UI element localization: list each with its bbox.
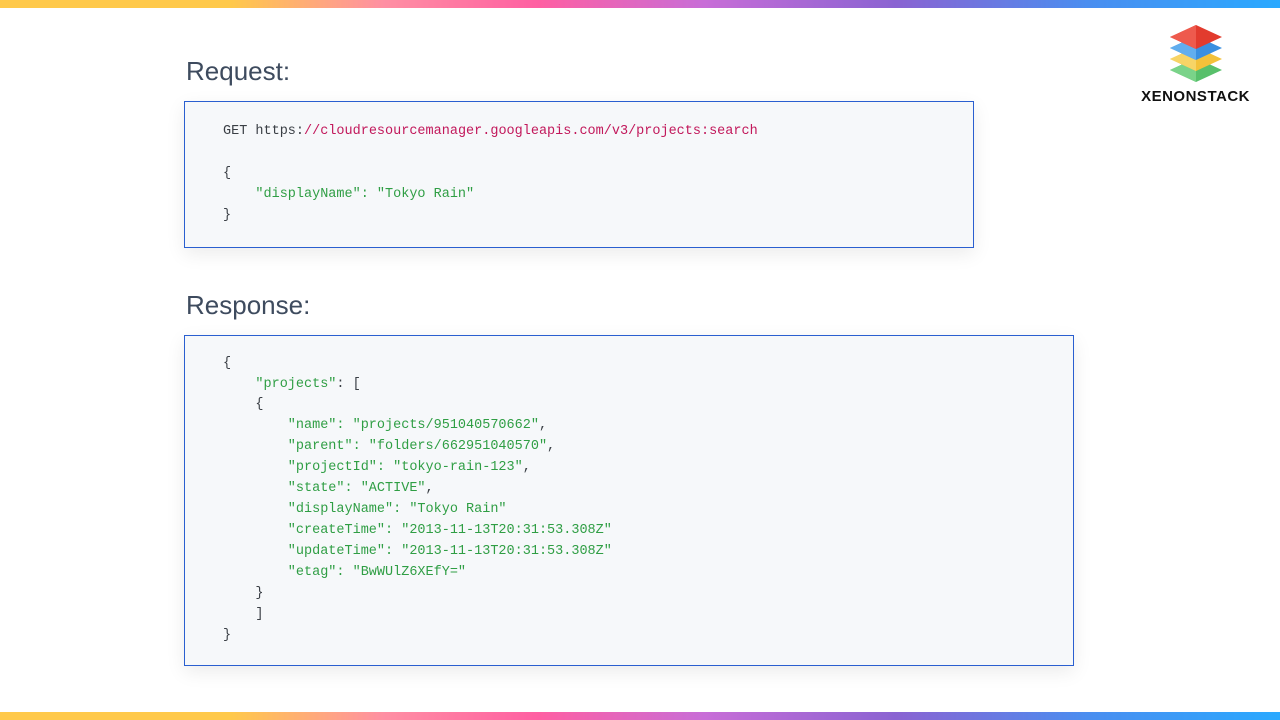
top-gradient-bar bbox=[0, 0, 1280, 8]
projectid-line: "projectId": "tokyo-rain-123" bbox=[288, 460, 523, 475]
obj-open: { bbox=[255, 397, 263, 412]
response-code-block: { "projects": [ { "name": "projects/9510… bbox=[184, 335, 1074, 666]
obj-close: } bbox=[255, 586, 263, 601]
etag-line: "etag": "BwWUlZ6XEfY=" bbox=[288, 565, 466, 580]
http-url: //cloudresourcemanager.googleapis.com/v3… bbox=[304, 124, 758, 139]
stack-icon bbox=[1164, 24, 1228, 82]
updatetime-line: "updateTime": "2013-11-13T20:31:53.308Z" bbox=[288, 544, 612, 559]
createtime-line: "createTime": "2013-11-13T20:31:53.308Z" bbox=[288, 523, 612, 538]
main-content: Request: GET https://cloudresourcemanage… bbox=[184, 56, 1084, 708]
state-line: "state": "ACTIVE" bbox=[288, 481, 426, 496]
request-body-line: "displayName": "Tokyo Rain" bbox=[255, 187, 474, 202]
brace-open: { bbox=[223, 166, 231, 181]
array-close: ] bbox=[255, 607, 263, 622]
brace-open: { bbox=[223, 356, 231, 371]
brace-close: } bbox=[223, 208, 231, 223]
bottom-gradient-bar bbox=[0, 712, 1280, 720]
parent-line: "parent": "folders/662951040570" bbox=[288, 439, 547, 454]
http-method: GET bbox=[223, 124, 255, 139]
brace-close: } bbox=[223, 628, 231, 643]
request-heading: Request: bbox=[186, 56, 1084, 87]
http-scheme: https: bbox=[255, 124, 304, 139]
projects-key: "projects" bbox=[255, 377, 336, 392]
request-code-block: GET https://cloudresourcemanager.googlea… bbox=[184, 101, 974, 248]
brand-logo: XENONSTACK bbox=[1141, 24, 1250, 105]
name-line: "name": "projects/951040570662" bbox=[288, 418, 539, 433]
displayname-line: "displayName": "Tokyo Rain" bbox=[288, 502, 507, 517]
response-heading: Response: bbox=[186, 290, 1084, 321]
brand-name: XENONSTACK bbox=[1141, 88, 1250, 105]
